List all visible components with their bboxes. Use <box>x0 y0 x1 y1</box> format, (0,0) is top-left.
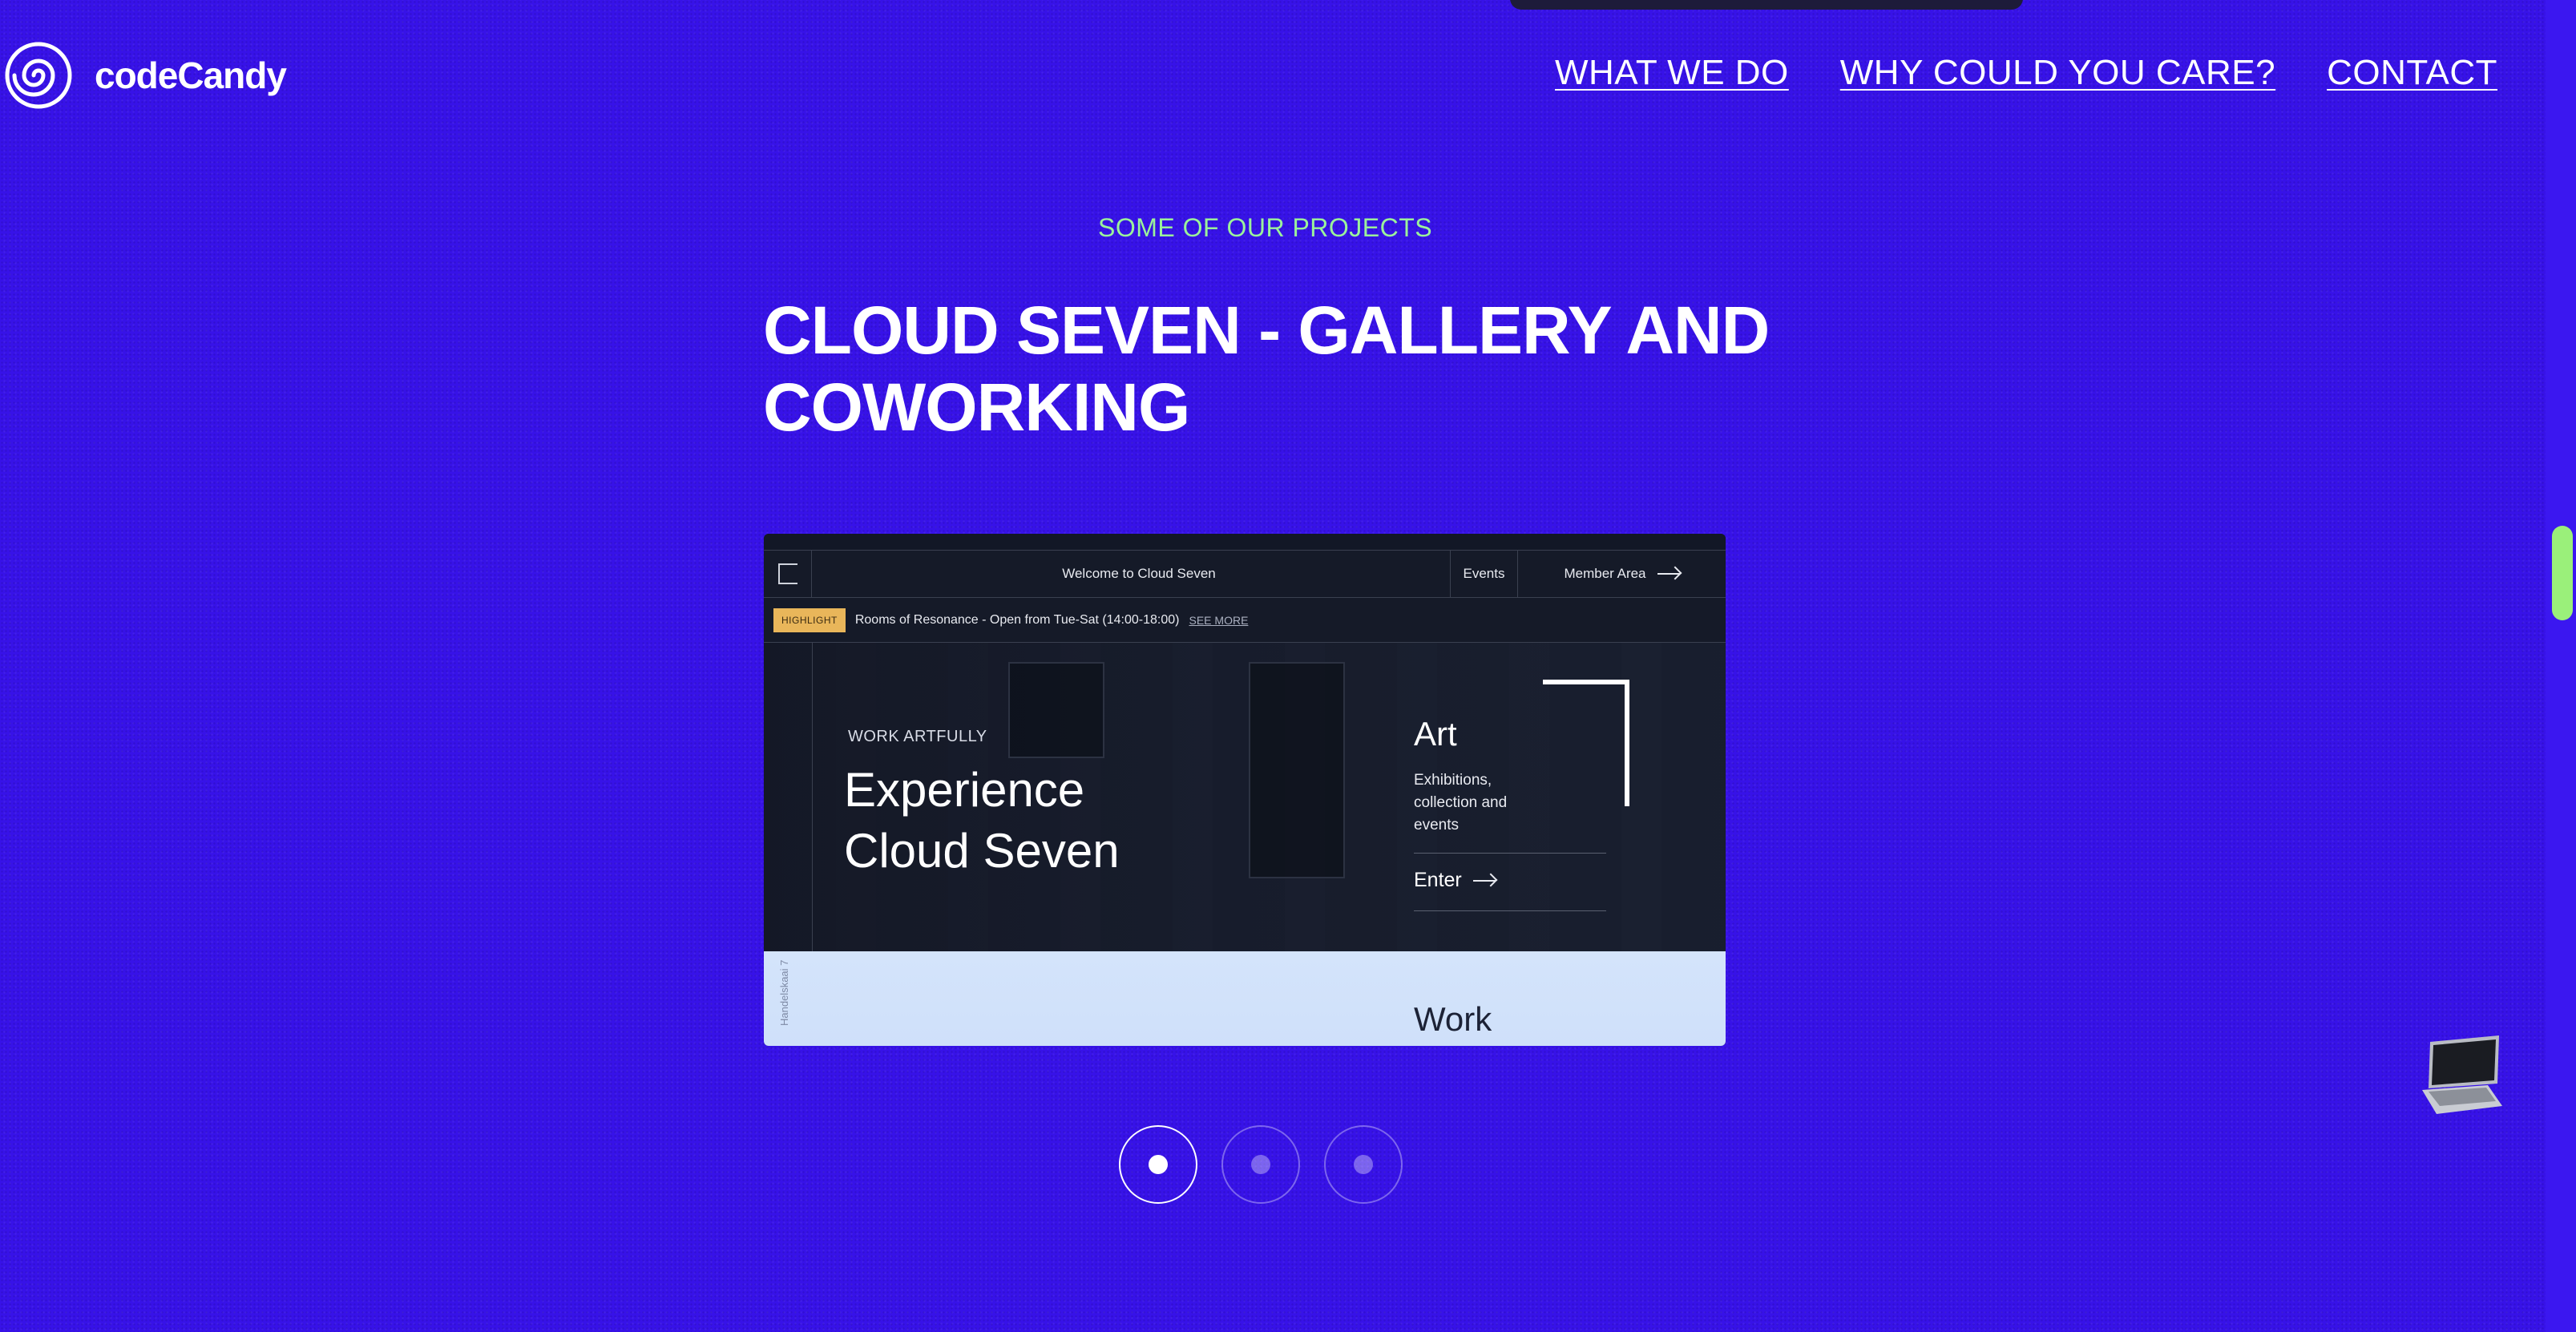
preview-enter-link: Enter <box>1414 869 1496 892</box>
preview-nav: Welcome to Cloud Seven Events Member Are… <box>764 550 1726 598</box>
preview-highlight-badge: HIGHLIGHT <box>773 607 846 632</box>
preview-hero-title: Experience Cloud Seven <box>844 763 1120 878</box>
main-nav: WHAT WE DO WHY COULD YOU CARE? CONTACT <box>1555 53 2497 93</box>
preview-work-title: Work <box>1414 1000 1492 1038</box>
project-title: CLOUD SEVEN - GALLERY AND COWORKING <box>763 293 1770 445</box>
preview-gallery-frame <box>1249 662 1345 878</box>
preview-highlight-bar: HIGHLIGHT Rooms of Resonance - Open from… <box>764 598 1726 643</box>
preview-events-link: Events <box>1450 551 1517 597</box>
section-eyebrow: SOME OF OUR PROJECTS <box>1098 213 1433 242</box>
preview-member-label: Member Area <box>1564 566 1646 581</box>
nav-link-what-we-do[interactable]: WHAT WE DO <box>1555 53 1789 93</box>
carousel-dot-3[interactable] <box>1324 1125 1403 1204</box>
preview-art-title: Art <box>1414 715 1457 753</box>
device-notch <box>1510 0 2023 10</box>
preview-divider <box>1414 910 1606 911</box>
preview-corner-bracket <box>1543 680 1629 806</box>
nav-link-why-care[interactable]: WHY COULD YOU CARE? <box>1840 53 2275 93</box>
preview-enter-label: Enter <box>1414 869 1462 891</box>
arrow-right-icon <box>1472 879 1496 882</box>
preview-hero-eyebrow: WORK ARTFULLY <box>848 728 987 745</box>
preview-see-more-link: SEE MORE <box>1189 613 1249 627</box>
carousel-pagination <box>1119 1125 1403 1204</box>
preview-browser-bar <box>764 534 1726 550</box>
preview-logo-icon <box>764 551 812 597</box>
brand-name: codeCandy <box>95 54 287 96</box>
scrollbar-track[interactable] <box>2546 0 2576 1332</box>
nav-link-contact[interactable]: CONTACT <box>2327 53 2497 93</box>
brand-logo[interactable]: codeCandy <box>5 42 287 109</box>
carousel-dot-1[interactable] <box>1119 1125 1197 1204</box>
project-preview-image[interactable]: Welcome to Cloud Seven Events Member Are… <box>764 534 1726 1046</box>
preview-divider <box>1414 853 1606 854</box>
preview-highlight-text: Rooms of Resonance - Open from Tue-Sat (… <box>854 612 1180 627</box>
preview-art-description: Exhibitions, collection and events <box>1414 772 1508 834</box>
preview-welcome: Welcome to Cloud Seven <box>1062 566 1216 581</box>
carousel-dot-2[interactable] <box>1221 1125 1300 1204</box>
preview-side-address: Handelskaai 7 <box>778 959 790 1026</box>
preview-member-area-link: Member Area <box>1517 551 1726 597</box>
swirl-logo-icon <box>5 42 72 109</box>
preview-light-section <box>764 951 1726 1046</box>
preview-gallery-frame <box>1008 662 1104 758</box>
laptop-icon[interactable] <box>2419 1032 2504 1116</box>
arrow-right-icon <box>1657 573 1680 575</box>
scrollbar-thumb[interactable] <box>2552 526 2573 620</box>
